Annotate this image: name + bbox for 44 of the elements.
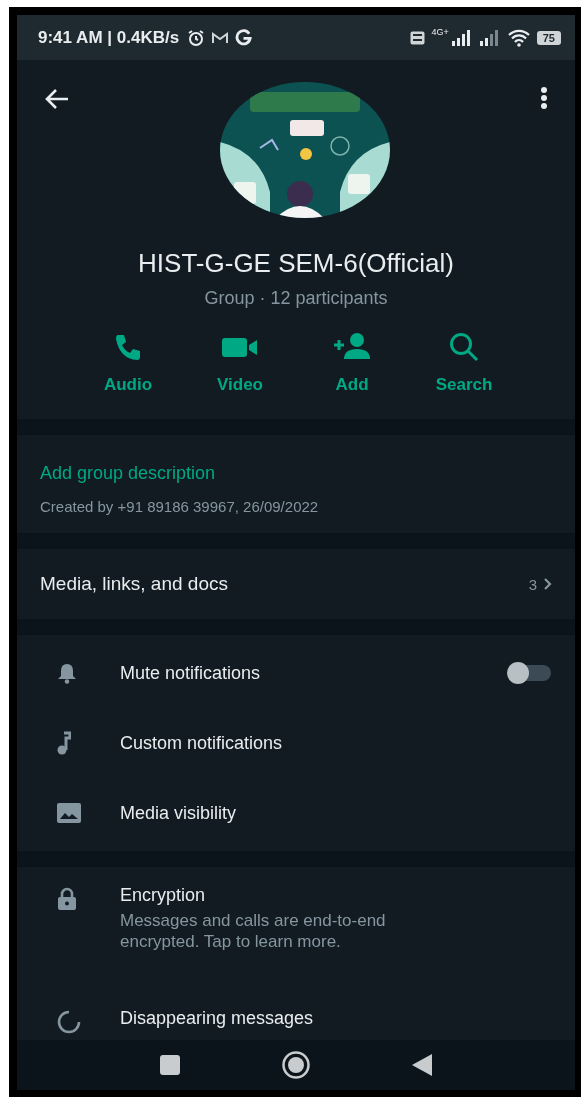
- media-count: 3: [528, 575, 537, 593]
- back-icon[interactable]: [44, 88, 70, 110]
- setting-label: Custom notifications: [120, 732, 284, 754]
- phone-action-button[interactable]: Audio: [92, 331, 164, 395]
- add-description-link[interactable]: Add group description: [40, 463, 216, 484]
- encryption-item[interactable]: Encryption Messages and calls are end-to-end encrypted. Tap to learn more.: [17, 885, 575, 952]
- mail-icon: [211, 30, 230, 45]
- wifi-icon: [506, 28, 531, 47]
- search-icon: [448, 331, 480, 363]
- group-name: HIST-G-GE SEM-6(Official): [138, 248, 454, 279]
- battery-level: 75: [536, 30, 561, 45]
- group-info: Group · 12 participants: [204, 288, 388, 309]
- encryption-description: Messages and calls are end-to-end encrypted. Tap to learn more.: [120, 910, 387, 952]
- alarm-icon: [187, 28, 206, 47]
- disappearing-messages-label: Disappearing messages: [120, 1008, 314, 1029]
- created-by-text: Created by +91 89186 39967, 26/09/2022: [40, 498, 320, 515]
- music-note-icon: [57, 731, 71, 755]
- home-icon[interactable]: [281, 1050, 311, 1080]
- video-action-button[interactable]: Video: [204, 331, 276, 395]
- google-icon: [235, 29, 253, 46]
- chevron-right-icon: [543, 577, 552, 591]
- encryption-title: Encryption: [120, 885, 207, 906]
- lock-icon: [57, 887, 77, 911]
- signal-icon: [478, 29, 501, 46]
- status-time: 9:41 AM | 0.4KB/s: [38, 27, 180, 48]
- add-action-button[interactable]: Add: [316, 331, 388, 395]
- recents-icon[interactable]: [159, 1054, 181, 1076]
- settings-item[interactable]: Mute notifications: [17, 638, 575, 708]
- settings-item[interactable]: Custom notifications: [17, 708, 575, 778]
- media-label: Media, links, and docs: [40, 573, 229, 595]
- setting-label: Media visibility: [120, 802, 238, 824]
- volte-icon: [410, 30, 426, 45]
- timer-icon: [57, 1010, 81, 1034]
- media-row[interactable]: Media, links, and docs 3: [17, 549, 575, 619]
- more-options-icon[interactable]: [540, 86, 548, 110]
- signal-icon: [450, 29, 473, 46]
- setting-label: Mute notifications: [120, 662, 262, 684]
- search-action-button[interactable]: Search: [428, 331, 500, 395]
- settings-item[interactable]: Media visibility: [17, 778, 575, 848]
- network-type: 4G+: [431, 27, 449, 37]
- bell-icon: [57, 662, 77, 684]
- back-nav-icon[interactable]: [411, 1053, 433, 1077]
- image-icon: [57, 803, 81, 823]
- toggle-switch[interactable]: [509, 665, 551, 681]
